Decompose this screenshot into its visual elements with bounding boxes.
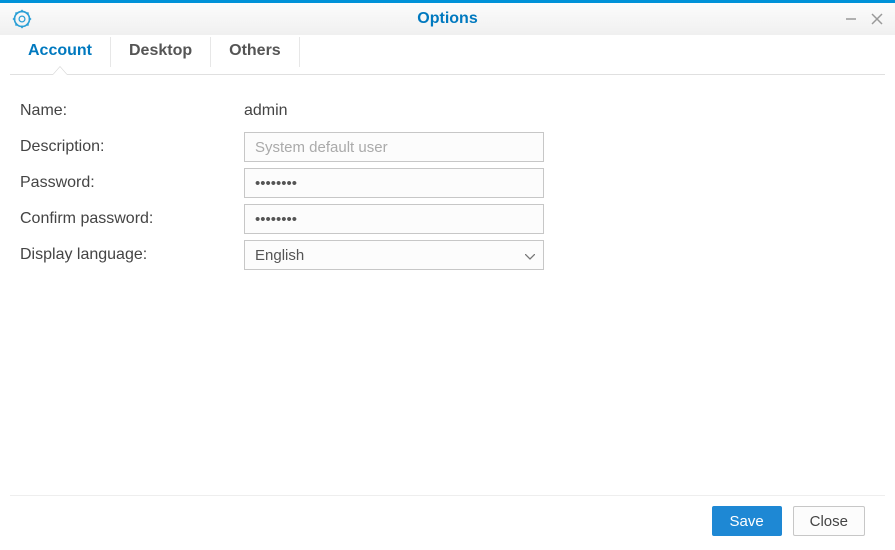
confirm-password-label: Confirm password: (20, 210, 244, 228)
settings-gear-icon (12, 9, 32, 29)
minimize-icon[interactable] (843, 11, 859, 27)
account-panel: Name: admin Description: Password: Confi… (0, 75, 895, 495)
row-confirm-password: Confirm password: (20, 201, 885, 237)
tab-others[interactable]: Others (211, 37, 300, 67)
tab-label: Desktop (129, 42, 192, 59)
close-icon[interactable] (869, 11, 885, 27)
tab-label: Others (229, 42, 281, 59)
language-label: Display language: (20, 246, 244, 264)
close-button[interactable]: Close (793, 506, 865, 536)
row-language: Display language: English (20, 237, 885, 273)
password-field[interactable] (244, 168, 544, 198)
row-name: Name: admin (20, 93, 885, 129)
description-field[interactable] (244, 132, 544, 162)
tab-bar: Account Desktop Others (0, 37, 895, 67)
confirm-password-field[interactable] (244, 204, 544, 234)
language-select[interactable]: English (244, 240, 544, 270)
chevron-down-icon (525, 247, 535, 264)
titlebar: Options (0, 3, 895, 35)
row-description: Description: (20, 129, 885, 165)
name-label: Name: (20, 102, 244, 120)
description-label: Description: (20, 138, 244, 156)
window-title: Options (417, 10, 477, 28)
window-controls (843, 11, 885, 27)
name-value: admin (244, 102, 288, 120)
password-label: Password: (20, 174, 244, 192)
tab-label: Account (28, 42, 92, 59)
tab-desktop[interactable]: Desktop (111, 37, 211, 67)
save-button[interactable]: Save (712, 506, 782, 536)
row-password: Password: (20, 165, 885, 201)
options-window: Options Account Desktop Others Name: adm… (0, 0, 895, 550)
footer: Save Close (10, 495, 885, 550)
language-select-value: English (255, 247, 304, 264)
tab-account[interactable]: Account (10, 37, 111, 67)
